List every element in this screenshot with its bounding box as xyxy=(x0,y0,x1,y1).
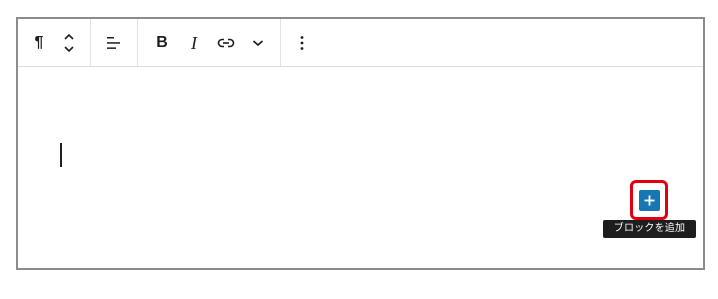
options-group xyxy=(281,19,323,66)
more-formatting-button[interactable] xyxy=(242,19,274,66)
alignment-group xyxy=(91,19,138,66)
align-button[interactable] xyxy=(97,19,131,66)
italic-icon: I xyxy=(191,32,197,53)
block-editor: ¶ B I xyxy=(16,17,705,270)
pilcrow-icon: ¶ xyxy=(34,33,44,51)
format-group: B I xyxy=(138,19,281,66)
link-icon xyxy=(217,37,235,49)
more-vertical-icon xyxy=(300,35,304,51)
plus-icon xyxy=(644,191,655,210)
text-caret xyxy=(60,143,62,167)
bold-button[interactable]: B xyxy=(146,19,178,66)
move-up-down-icon xyxy=(63,32,75,54)
link-button[interactable] xyxy=(210,19,242,66)
chevron-down-icon xyxy=(252,39,264,47)
align-left-icon xyxy=(106,35,122,51)
block-toolbar: ¶ B I xyxy=(18,19,703,67)
italic-button[interactable]: I xyxy=(178,19,210,66)
add-block-button[interactable] xyxy=(639,190,660,211)
options-button[interactable] xyxy=(287,19,317,66)
block-type-group: ¶ xyxy=(18,19,91,66)
move-button[interactable] xyxy=(54,19,84,66)
paragraph-block[interactable] xyxy=(18,67,703,268)
add-block-tooltip: ブロックを追加 xyxy=(603,220,696,238)
bold-icon: B xyxy=(156,33,168,51)
paragraph-button[interactable]: ¶ xyxy=(24,19,54,66)
